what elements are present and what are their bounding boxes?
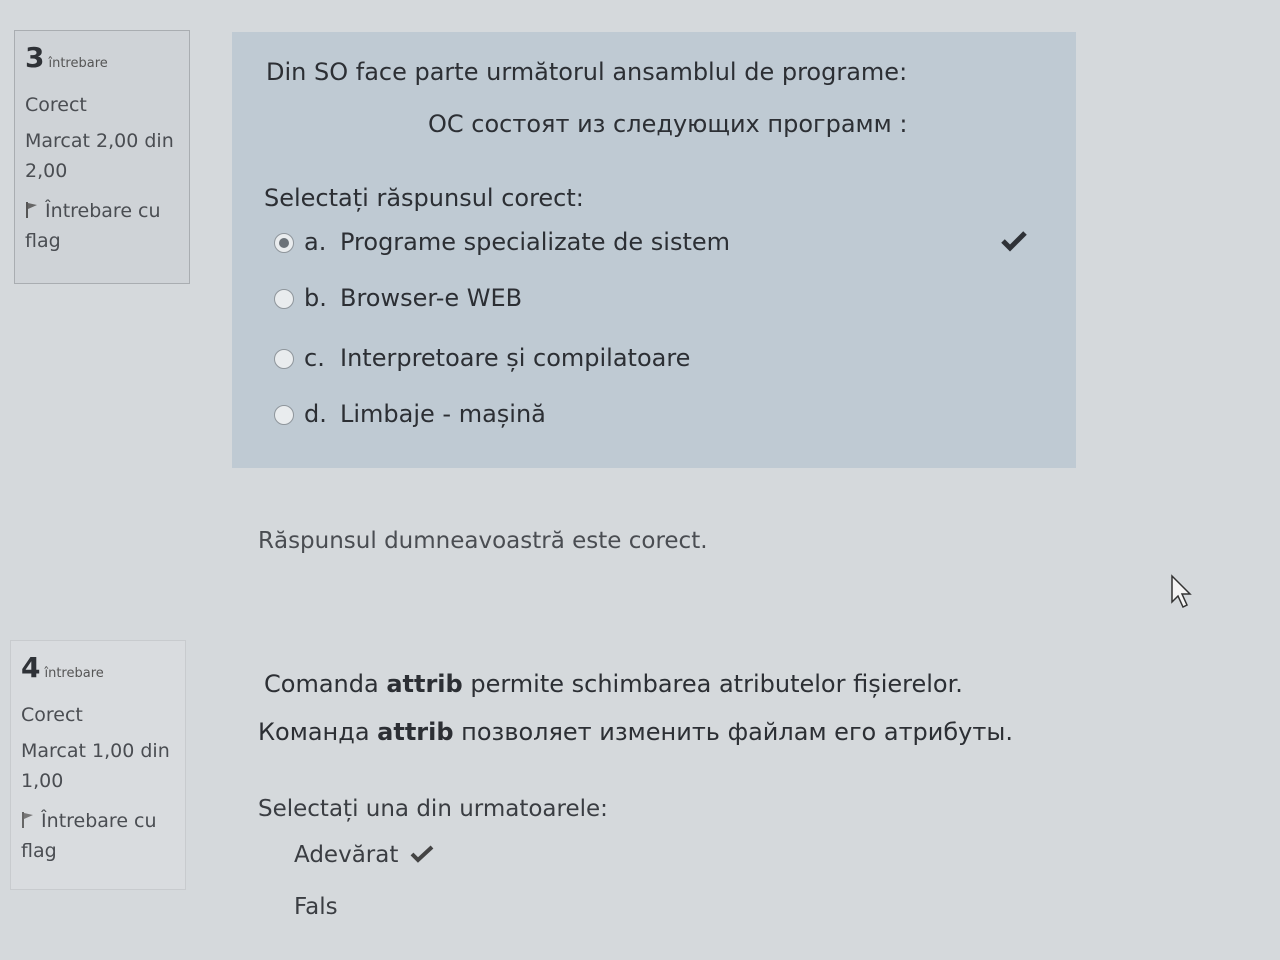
option-letter: d.	[304, 400, 327, 428]
option-text: Programe specializate de sistem	[340, 228, 731, 256]
mouse-cursor-icon	[1171, 574, 1192, 609]
question-4-info: 4 întrebare Corect Marcat 1,00 din 1,00 Î…	[10, 640, 186, 890]
question-3-mark: Marcat 2,00 din 2,00	[25, 130, 174, 182]
question-4-flag-link[interactable]: Întrebare cu flag	[21, 806, 175, 866]
answer-option-d[interactable]: d. Limbaje - mașină	[274, 400, 546, 428]
question-3-flag-link[interactable]: Întrebare cu flag	[25, 196, 179, 256]
question-4-prompt: Selectați una din urmatoarele:	[258, 796, 608, 822]
radio-button-d[interactable]	[274, 405, 294, 425]
check-icon	[1001, 231, 1027, 252]
radio-button-c[interactable]	[274, 349, 294, 369]
question-4-text-ro: Comanda attrib permite schimbarea atribu…	[264, 670, 963, 698]
answer-option-true[interactable]: Adevărat	[294, 842, 434, 868]
question-3-flag-label: Întrebare cu flag	[25, 200, 161, 252]
question-3-text-ro: Din SO face parte următorul ansamblul de…	[266, 58, 908, 86]
question-4-flag-label: Întrebare cu flag	[21, 810, 157, 862]
answer-option-b[interactable]: b. Browser-e WEB	[274, 284, 522, 312]
question-3-content: Din SO face parte următorul ansamblul de…	[232, 32, 1076, 468]
flag-icon	[26, 202, 37, 218]
radio-button-b[interactable]	[274, 289, 294, 309]
option-text: Browser-e WEB	[340, 284, 523, 312]
question-4-status: Corect	[21, 704, 83, 726]
question-4-text-ru: Команда attrib позволяет изменить файлам…	[258, 718, 1013, 746]
option-text: Limbaje - mașină	[340, 400, 546, 428]
answer-option-c[interactable]: c. Interpretoare și compilatoare	[274, 344, 690, 372]
question-3-number: 3 întrebare	[25, 41, 108, 74]
question-3-feedback: Răspunsul dumneavoastră este corect.	[258, 528, 708, 554]
option-text: Adevărat	[294, 842, 399, 868]
answer-option-false[interactable]: Fals	[294, 894, 338, 920]
question-3-prompt: Selectați răspunsul corect:	[264, 184, 584, 212]
option-text: Fals	[294, 894, 338, 920]
question-4-mark: Marcat 1,00 din 1,00	[21, 740, 170, 792]
check-icon	[410, 845, 434, 863]
question-3-info: 3 întrebare Corect Marcat 2,00 din 2,00 Î…	[14, 30, 190, 284]
option-letter: a.	[304, 228, 327, 256]
question-3-status: Corect	[25, 94, 87, 116]
option-letter: b.	[304, 284, 327, 312]
answer-option-a[interactable]: a. Programe specializate de sistem	[274, 228, 730, 256]
question-3-text-ru: ОС состоят из следующих программ :	[428, 110, 908, 138]
option-text: Interpretoare și compilatoare	[340, 344, 691, 372]
radio-button-a[interactable]	[274, 233, 294, 253]
flag-icon	[22, 812, 33, 828]
question-4-number: 4 întrebare	[21, 651, 104, 684]
option-letter: c.	[304, 344, 325, 372]
